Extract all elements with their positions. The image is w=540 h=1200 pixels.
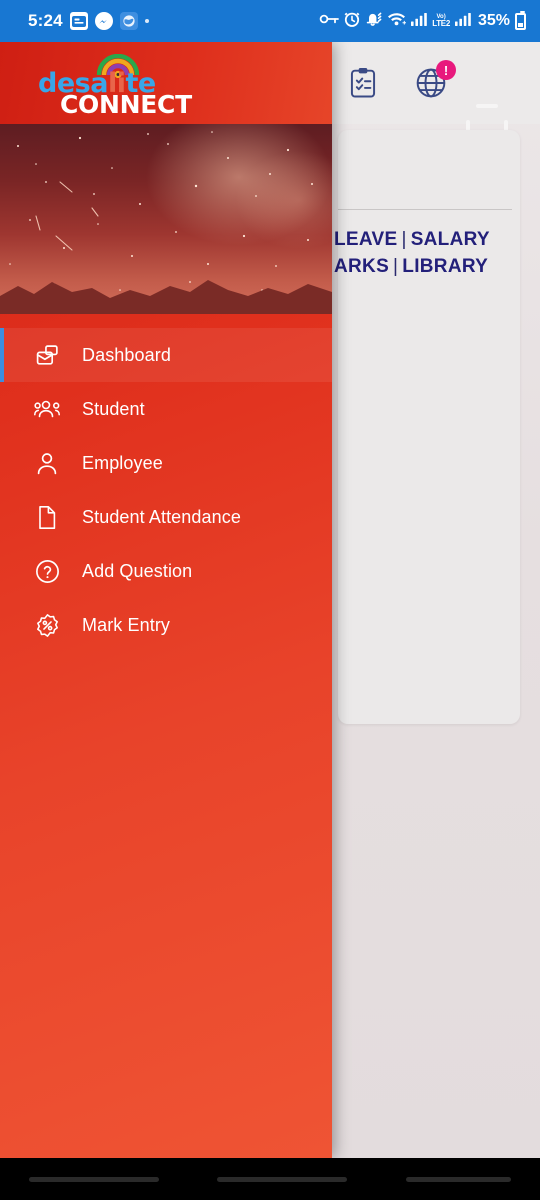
- link-marks[interactable]: ARKS: [334, 256, 389, 277]
- link-separator: |: [401, 229, 407, 250]
- sidebar-item-label: Mark Entry: [82, 614, 171, 635]
- phone-screen: ! LEAVE | SALARY ARKS | LIBRARY desalite…: [0, 0, 540, 1200]
- drawer-header: desalite CONNECT: [0, 42, 332, 124]
- people-group-icon: [34, 396, 60, 422]
- link-leave[interactable]: LEAVE: [334, 229, 397, 250]
- signal-icon: [454, 12, 471, 31]
- notification-badge: !: [436, 60, 456, 80]
- more-dot-icon: [144, 19, 149, 23]
- link-salary[interactable]: SALARY: [411, 229, 490, 250]
- globe-icon[interactable]: !: [412, 60, 456, 102]
- question-circle-icon: [34, 558, 60, 584]
- system-navigation-bar: [0, 1158, 540, 1200]
- app-logo: desalite CONNECT: [38, 54, 192, 119]
- wifi-icon: [387, 11, 407, 31]
- navigation-drawer: desalite CONNECT Dashboard Student Emplo…: [0, 42, 332, 1158]
- sidebar-item-label: Student: [82, 398, 145, 419]
- browser-app-icon: [119, 12, 138, 30]
- sidebar-item-student[interactable]: Student: [0, 382, 332, 436]
- sidebar-item-label: Student Attendance: [82, 506, 241, 527]
- sidebar-item-student-attendance[interactable]: Student Attendance: [0, 490, 332, 544]
- sidebar-item-employee[interactable]: Employee: [0, 436, 332, 490]
- battery-percentage: 35%: [477, 12, 510, 29]
- sidebar-item-label: Add Question: [82, 560, 193, 581]
- dashboard-cards-icon: [34, 342, 60, 368]
- drawer-menu: Dashboard Student Employee Student Atten…: [0, 314, 332, 652]
- messenger-icon: [94, 12, 113, 30]
- drawer-banner-image: [0, 124, 332, 314]
- signal-icon: [411, 12, 428, 31]
- status-bar-left: 5:24: [28, 11, 149, 31]
- recents-button[interactable]: [29, 1176, 160, 1182]
- sidebar-item-dashboard[interactable]: Dashboard: [0, 328, 332, 382]
- percent-badge-icon: [34, 612, 60, 638]
- clipboard-checklist-icon[interactable]: [344, 64, 382, 102]
- logo-text-secondary: CONNECT: [60, 90, 192, 119]
- card-divider: [338, 209, 512, 210]
- status-bar-clock: 5:24: [28, 11, 63, 30]
- sidebar-item-label: Employee: [82, 452, 163, 473]
- mountain-silhouette: [0, 280, 332, 314]
- sidebar-item-mark-entry[interactable]: Mark Entry: [0, 598, 332, 652]
- back-button[interactable]: [405, 1176, 511, 1182]
- sidebar-item-add-question[interactable]: Add Question: [0, 544, 332, 598]
- sidebar-item-label: Dashboard: [82, 344, 171, 365]
- quick-links-row-1: LEAVE | SALARY: [334, 226, 534, 253]
- link-library[interactable]: LIBRARY: [402, 256, 488, 277]
- home-button[interactable]: [217, 1176, 348, 1182]
- battery-icon: [515, 10, 526, 30]
- link-separator: |: [393, 256, 399, 277]
- document-page-icon: [34, 504, 60, 530]
- person-icon: [34, 450, 60, 476]
- volte-icon: Vo) LTE2: [432, 14, 450, 28]
- alarm-icon: [344, 10, 360, 32]
- message-card-icon: [69, 12, 88, 30]
- quick-links-row-2: ARKS | LIBRARY: [334, 253, 534, 280]
- status-bar: 5:24 Vo) LTE2 35%: [0, 0, 540, 42]
- status-bar-right: Vo) LTE2 35%: [319, 10, 526, 32]
- quick-links: LEAVE | SALARY ARKS | LIBRARY: [334, 226, 534, 280]
- vpn-key-icon: [319, 12, 340, 31]
- content-card: LEAVE | SALARY ARKS | LIBRARY: [334, 130, 520, 724]
- mute-bell-icon: [365, 10, 382, 32]
